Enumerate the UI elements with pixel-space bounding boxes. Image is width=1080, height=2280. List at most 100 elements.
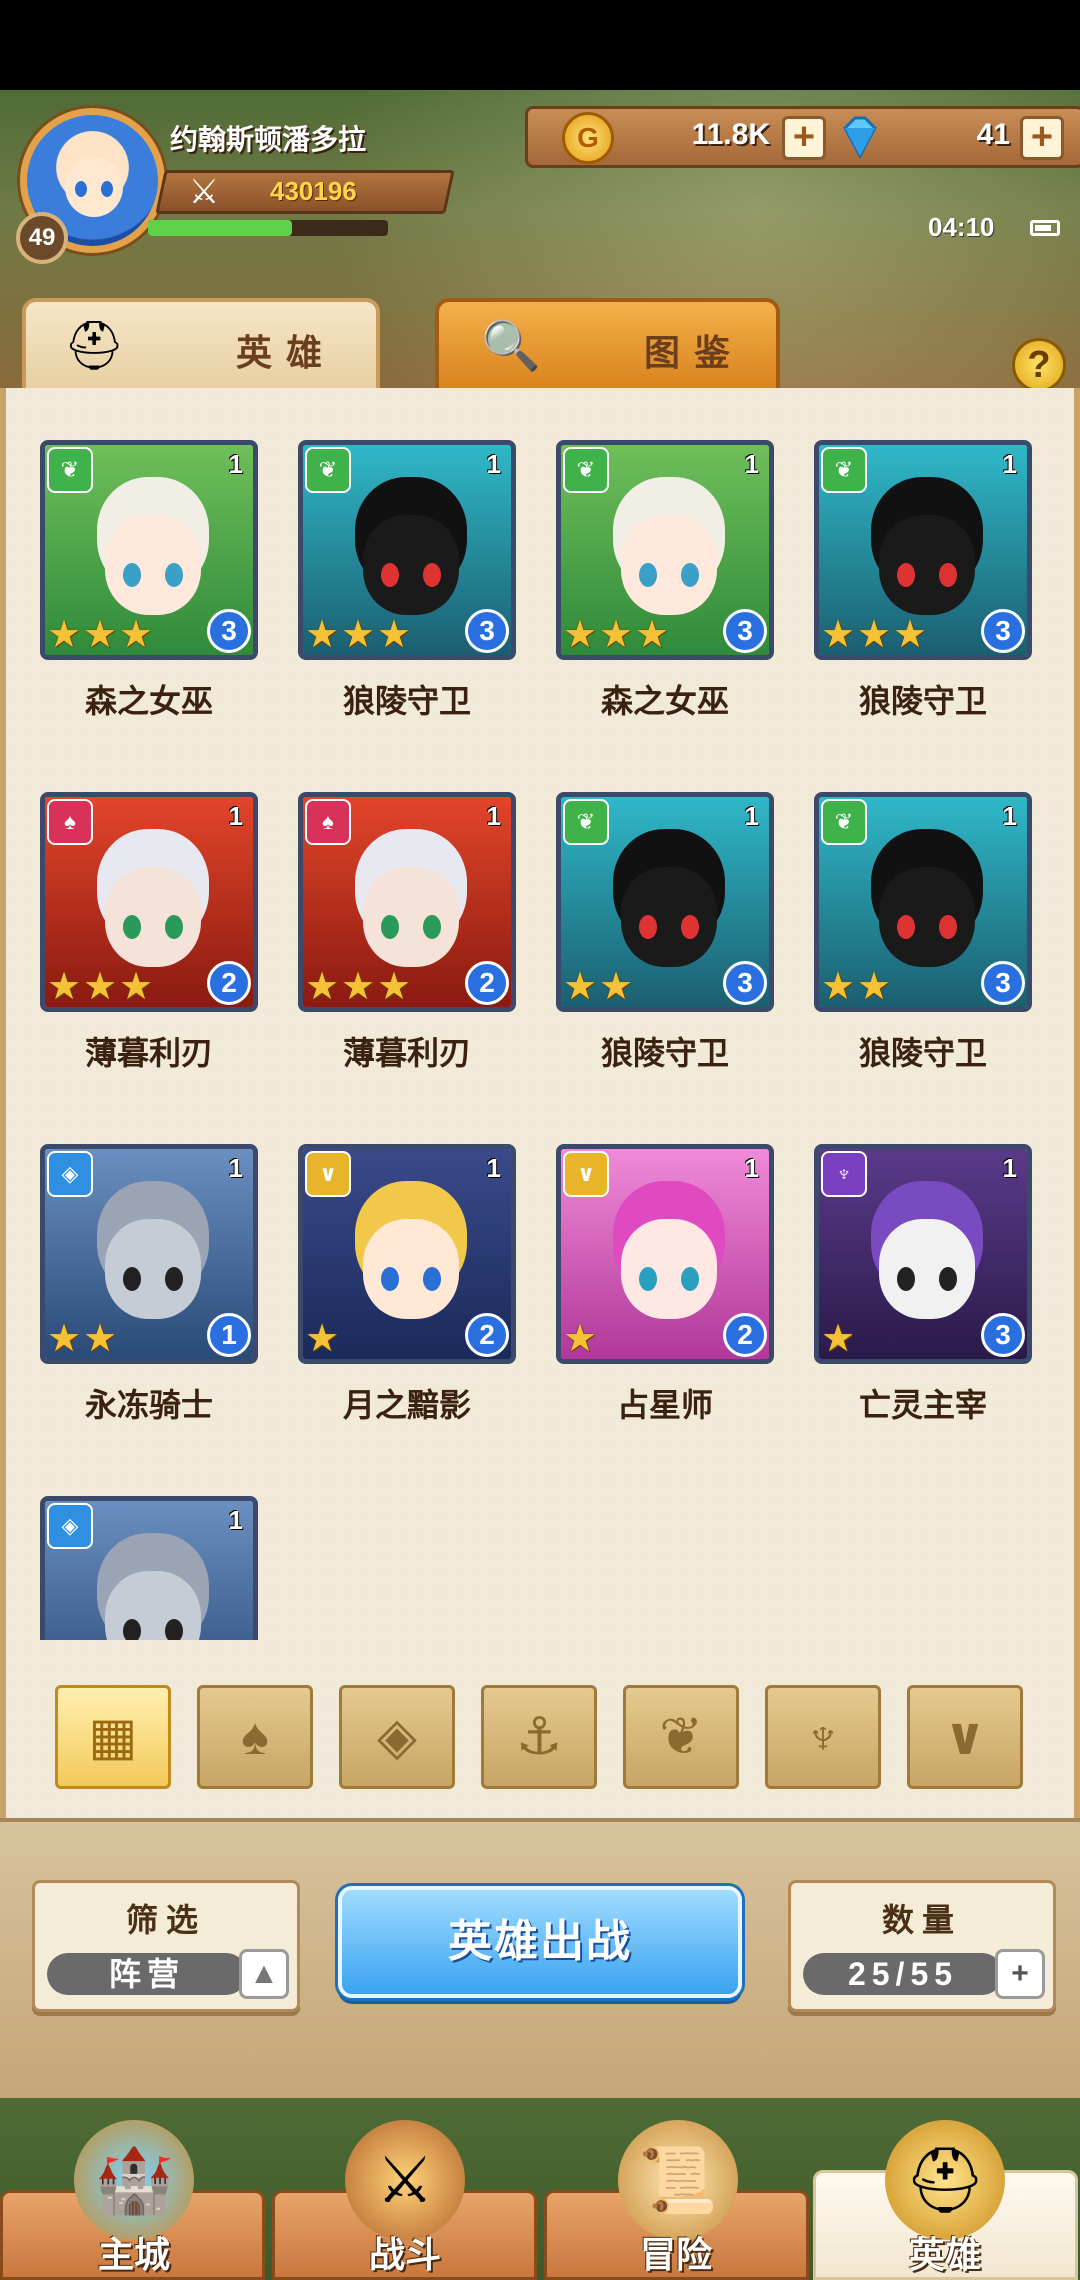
hero-stars: ★ bbox=[821, 1319, 857, 1359]
nav-label-heroes: 英雄 bbox=[908, 2234, 981, 2275]
power-value: 430196 bbox=[270, 176, 357, 206]
star-icon: ★ bbox=[599, 966, 634, 1008]
hero-rank-badge: 2 bbox=[723, 1313, 767, 1357]
hero-portrait-frame: ◈ 1 ★★ 1 bbox=[40, 1144, 258, 1364]
hero-rank-badge: 1 bbox=[207, 1313, 251, 1357]
forest-faction-icon[interactable]: ❦ bbox=[623, 1685, 739, 1789]
hero-rank-badge: 2 bbox=[465, 1313, 509, 1357]
hero-face bbox=[879, 867, 975, 967]
hero-face bbox=[879, 1219, 975, 1319]
faction-forest-icon: ❦ bbox=[47, 447, 93, 493]
gold-coin-icon: G bbox=[562, 112, 614, 164]
hero-card[interactable]: ❦ 1 ★ ★ ★ 3 森之女巫 bbox=[40, 440, 258, 722]
count-box: 数量 25/55 + bbox=[788, 1880, 1056, 2012]
plus-icon[interactable]: + bbox=[995, 1949, 1045, 1999]
hero-card[interactable]: ∨ 1 ★ 2 占星师 bbox=[556, 1144, 774, 1426]
hero-portrait-frame: ❦ 1 ★ ★ 3 bbox=[814, 792, 1032, 1012]
nav-label-battle: 战斗 bbox=[368, 2234, 441, 2275]
hero-level: 1 bbox=[1002, 801, 1017, 831]
hero-eye bbox=[423, 915, 441, 939]
dark-faction-icon[interactable]: ♆ bbox=[765, 1685, 881, 1789]
hero-card[interactable]: ∨ 1 ★ 2 月之黯影 bbox=[298, 1144, 516, 1426]
hero-stars: ★ ★ bbox=[563, 967, 635, 1007]
hero-name: 月之黯影 bbox=[342, 1387, 471, 1423]
add-gems-button[interactable]: + bbox=[1020, 116, 1064, 160]
grid-icon[interactable]: ▦ bbox=[55, 1685, 171, 1789]
hero-card[interactable]: ♆ 1 ★ 3 亡灵主宰 bbox=[814, 1144, 1032, 1426]
hero-stars: ★ ★ ★ bbox=[47, 967, 155, 1007]
hero-name: 永冻骑士 bbox=[84, 1387, 213, 1423]
hero-eye bbox=[897, 915, 915, 939]
hero-stars: ★ ★ bbox=[47, 1319, 119, 1359]
hero-rank-badge: 3 bbox=[981, 609, 1025, 653]
hero-level: 1 bbox=[228, 1153, 243, 1183]
star-icon: ★ bbox=[821, 966, 856, 1008]
hero-rank-badge: 3 bbox=[723, 609, 767, 653]
hero-level: 1 bbox=[228, 801, 243, 831]
hero-card[interactable]: ♠ 1 ★ ★ ★ 2 薄暮利刃 bbox=[40, 792, 258, 1074]
faction-dark-icon: ♆ bbox=[821, 1151, 867, 1197]
star-icon: ★ bbox=[305, 1318, 340, 1360]
swords-icon: ⚔ bbox=[345, 2120, 465, 2240]
hero-rank-badge: 3 bbox=[207, 609, 251, 653]
helmet-icon: ⛑ bbox=[63, 319, 125, 373]
fire-faction-icon[interactable]: ♠ bbox=[197, 1685, 313, 1789]
hero-level: 1 bbox=[486, 449, 501, 479]
anchor-faction-icon[interactable]: ⚓ bbox=[481, 1685, 597, 1789]
chevron-up-icon[interactable]: ▲ bbox=[239, 1949, 289, 1999]
faction-light-icon: ∨ bbox=[305, 1151, 351, 1197]
hero-eye bbox=[939, 1267, 957, 1291]
hero-eye bbox=[681, 1267, 699, 1291]
star-icon: ★ bbox=[119, 614, 154, 656]
player-level-badge: 49 bbox=[16, 212, 68, 264]
hero-portrait-frame: ❦ 1 ★ ★ ★ 3 bbox=[40, 440, 258, 660]
hero-portrait-frame: ❦ 1 ★ ★ ★ 3 bbox=[814, 440, 1032, 660]
star-icon: ★ bbox=[599, 614, 634, 656]
star-icon: ★ bbox=[341, 966, 376, 1008]
star-icon: ★ bbox=[563, 966, 598, 1008]
star-icon: ★ bbox=[83, 614, 118, 656]
clock: 04:10 bbox=[928, 212, 995, 242]
hero-rank-badge: 3 bbox=[723, 961, 767, 1005]
add-gold-button[interactable]: + bbox=[782, 116, 826, 160]
tab-codex-label: 图鉴 bbox=[644, 332, 745, 373]
gold-value: 11.8K bbox=[691, 118, 770, 151]
light-faction-icon[interactable]: ∨ bbox=[907, 1685, 1023, 1789]
tab-codex[interactable]: 🔍 图鉴 bbox=[435, 298, 780, 390]
hero-portrait-frame: ❦ 1 ★ ★ ★ 3 bbox=[556, 440, 774, 660]
hero-name: 狼陵守卫 bbox=[600, 1035, 729, 1071]
hero-card[interactable]: ❦ 1 ★ ★ ★ 3 森之女巫 bbox=[556, 440, 774, 722]
star-icon: ★ bbox=[377, 966, 412, 1008]
hero-card[interactable]: ❦ 1 ★ ★ ★ 3 狼陵守卫 bbox=[814, 440, 1032, 722]
star-icon: ★ bbox=[83, 966, 118, 1008]
hero-eye bbox=[123, 1267, 141, 1291]
hero-level: 1 bbox=[744, 801, 759, 831]
hero-grid[interactable]: ❦ 1 ★ ★ ★ 3 森之女巫 ❦ 1 ★ ★ ★ 3 狼陵守卫 ❦ 1 ★ ★ ★ 3 森之女… bbox=[40, 440, 1040, 1640]
deploy-heroes-button[interactable]: 英雄出战 bbox=[338, 1886, 742, 1998]
hero-card[interactable]: ❦ 1 ★ ★ 3 狼陵守卫 bbox=[814, 792, 1032, 1074]
faction-forest-icon: ❦ bbox=[821, 447, 867, 493]
tab-heroes[interactable]: ⛑ 英雄 bbox=[22, 298, 380, 390]
hero-stars: ★ ★ ★ bbox=[563, 615, 671, 655]
hero-eye bbox=[165, 915, 183, 939]
hero-eye bbox=[381, 563, 399, 587]
nav-label-adventure: 冒险 bbox=[639, 2234, 712, 2275]
hero-card[interactable]: ♠ 1 ★ ★ ★ 2 薄暮利刃 bbox=[298, 792, 516, 1074]
hero-card[interactable]: ◈ 1 ★★ 1 永冻骑士 bbox=[40, 1144, 258, 1426]
hero-card[interactable]: ❦ 1 ★ ★ 3 狼陵守卫 bbox=[556, 792, 774, 1074]
faction-light-icon: ∨ bbox=[563, 1151, 609, 1197]
hero-card[interactable]: ◈ 1 ★★ 1永冻骑士 bbox=[40, 1496, 258, 1640]
hero-card[interactable]: ❦ 1 ★ ★ ★ 3 狼陵守卫 bbox=[298, 440, 516, 722]
hero-eye bbox=[381, 915, 399, 939]
ice-faction-icon[interactable]: ◈ bbox=[339, 1685, 455, 1789]
map-icon: 📜 bbox=[618, 2120, 738, 2240]
star-icon: ★ bbox=[563, 1318, 598, 1360]
hero-name: 薄暮利刃 bbox=[84, 1035, 213, 1071]
battery-icon bbox=[1030, 220, 1060, 236]
hero-eye bbox=[639, 1267, 657, 1291]
hero-eye bbox=[165, 1267, 183, 1291]
filter-value[interactable]: 阵营 bbox=[47, 1953, 247, 1995]
hero-level: 1 bbox=[1002, 449, 1017, 479]
help-button[interactable]: ? bbox=[1012, 338, 1066, 392]
hero-face bbox=[621, 1219, 717, 1319]
